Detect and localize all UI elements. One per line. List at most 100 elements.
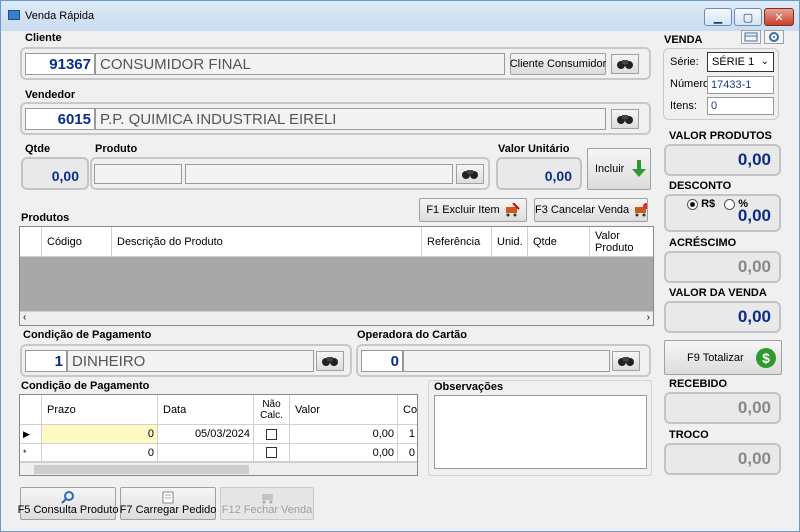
cell-data[interactable] [158, 444, 254, 462]
qtde-label: Qtde [25, 143, 51, 155]
venda-label: VENDA [664, 34, 703, 46]
arrow-down-icon [632, 160, 647, 177]
operadora-search-button[interactable] [612, 351, 640, 371]
cell-valor[interactable]: 0,00 [290, 425, 398, 444]
nao-calc-checkbox[interactable] [266, 447, 277, 458]
cliente-code-input[interactable]: 91367 [25, 53, 95, 75]
consulta-produto-label: F5 Consulta Produto [17, 504, 119, 516]
parcelas-label: Condição de Pagamento [21, 380, 150, 392]
row-marker: ▶ [20, 425, 42, 444]
recebido-label: RECEBIDO [669, 378, 728, 390]
cart-remove-icon [505, 203, 520, 217]
acrescimo-field[interactable]: 0,00 [664, 251, 781, 283]
col-nao-calc[interactable]: Não Calc. [254, 395, 290, 425]
col-qtde[interactable]: Qtde [528, 227, 590, 257]
serie-value: SÉRIE 1 [712, 56, 755, 68]
excluir-item-label: F1 Excluir Item [426, 204, 500, 216]
vendedor-label: Vendedor [25, 89, 76, 101]
nao-calc-checkbox[interactable] [266, 428, 277, 440]
valor-unitario-input[interactable]: 0,00 [496, 157, 582, 190]
row-header-corner [20, 227, 42, 257]
scroll-right-icon[interactable]: › [647, 312, 650, 323]
vendedor-name-field: P.P. QUIMICA INDUSTRIAL EIRELI [95, 108, 606, 130]
produtos-label: Produtos [21, 212, 70, 224]
parcelas-grid[interactable]: Prazo Data Não Calc. Valor Cod ▶ 0 05/03… [19, 394, 418, 476]
binoculars-icon [618, 357, 634, 366]
valor-produtos-field: 0,00 [664, 144, 781, 176]
col-unid[interactable]: Unid. [492, 227, 528, 257]
numero-label: Número: [670, 78, 713, 90]
maximize-button[interactable]: ▢ [734, 8, 762, 26]
dollar-icon: $ [756, 348, 776, 368]
parcelas-horizontal-scrollbar[interactable] [20, 462, 417, 475]
cancelar-venda-label: F3 Cancelar Venda [535, 204, 630, 216]
row-header-corner [20, 395, 42, 425]
vendedor-search-button[interactable] [611, 109, 639, 129]
col-prazo[interactable]: Prazo [42, 395, 158, 425]
excluir-item-button[interactable]: F1 Excluir Item [419, 198, 527, 222]
recebido-field[interactable]: 0,00 [664, 392, 781, 424]
desconto-percent-radio[interactable] [724, 198, 736, 210]
row-marker: * [20, 444, 42, 462]
col-cod[interactable]: Cod [398, 395, 417, 425]
cell-cod[interactable]: 1 [398, 425, 417, 444]
serie-select[interactable]: SÉRIE 1 ⌄ [707, 52, 774, 72]
totalizar-label: F9 Totalizar [687, 351, 744, 364]
fechar-venda-label: F12 Fechar Venda [221, 504, 313, 516]
desconto-type-radios: R$ % [687, 198, 748, 210]
produtos-horizontal-scrollbar[interactable]: ‹ › [20, 311, 653, 325]
valor-unitario-label: Valor Unitário [498, 143, 570, 155]
cell-data[interactable]: 05/03/2024 [158, 425, 254, 444]
cell-prazo[interactable]: 0 [42, 444, 158, 462]
layout-toggle-button[interactable] [741, 30, 761, 44]
produtos-grid[interactable]: Código Descrição do Produto Referência U… [19, 226, 654, 326]
cancelar-venda-button[interactable]: F3 Cancelar Venda [534, 198, 648, 222]
totalizar-button[interactable]: F9 Totalizar $ [664, 340, 782, 375]
col-data[interactable]: Data [158, 395, 254, 425]
vendedor-code-input[interactable]: 6015 [25, 108, 95, 130]
window-layout-icon [744, 32, 758, 42]
itens-label: Itens: [670, 100, 697, 112]
incluir-button[interactable]: Incluir [587, 148, 651, 190]
incluir-label: Incluir [595, 163, 625, 175]
produto-search-button[interactable] [456, 164, 484, 184]
app-icon [8, 10, 20, 20]
operadora-code-input[interactable]: 0 [361, 350, 403, 372]
itens-field: 0 [707, 97, 774, 115]
minimize-button[interactable]: ▁ [704, 8, 732, 26]
condicao-search-button[interactable] [316, 351, 344, 371]
cliente-consumidor-button[interactable]: Cliente Consumidor [510, 53, 606, 75]
cell-nao-calc[interactable] [254, 444, 290, 462]
cell-nao-calc[interactable] [254, 425, 290, 444]
desconto-rs-radio[interactable] [687, 198, 698, 210]
col-referencia[interactable]: Referência [422, 227, 492, 257]
condicao-code-input[interactable]: 1 [25, 350, 67, 372]
col-descricao[interactable]: Descrição do Produto [112, 227, 422, 257]
settings-button[interactable] [764, 30, 784, 44]
scroll-thumb[interactable] [34, 465, 249, 474]
col-valor-produto[interactable]: Valor Produto [590, 227, 653, 257]
cliente-search-button[interactable] [611, 54, 639, 74]
operadora-name-field [403, 350, 610, 372]
qtde-input[interactable]: 0,00 [21, 157, 89, 190]
cell-prazo[interactable]: 0 [42, 425, 158, 444]
col-valor[interactable]: Valor [290, 395, 398, 425]
cart-icon [262, 494, 273, 504]
cell-cod[interactable]: 0 [398, 444, 417, 462]
observacoes-textarea[interactable] [434, 395, 647, 469]
desconto-percent-label: % [738, 198, 749, 210]
binoculars-icon [322, 357, 338, 366]
fechar-venda-button[interactable]: F12 Fechar Venda [220, 487, 314, 520]
carregar-pedido-button[interactable]: F7 Carregar Pedido [120, 487, 216, 520]
consulta-produto-button[interactable]: F5 Consulta Produto [17, 487, 119, 520]
close-button[interactable]: ✕ [764, 8, 794, 26]
valor-produtos-label: VALOR PRODUTOS [669, 130, 772, 142]
svg-text:$: $ [762, 350, 770, 366]
desconto-rs-label: R$ [701, 198, 716, 210]
cliente-label: Cliente [25, 32, 62, 44]
cell-valor[interactable]: 0,00 [290, 444, 398, 462]
col-codigo[interactable]: Código [42, 227, 112, 257]
produto-code-input[interactable] [94, 164, 182, 184]
scroll-left-icon[interactable]: ‹ [23, 312, 26, 323]
chevron-down-icon: ⌄ [760, 56, 769, 67]
